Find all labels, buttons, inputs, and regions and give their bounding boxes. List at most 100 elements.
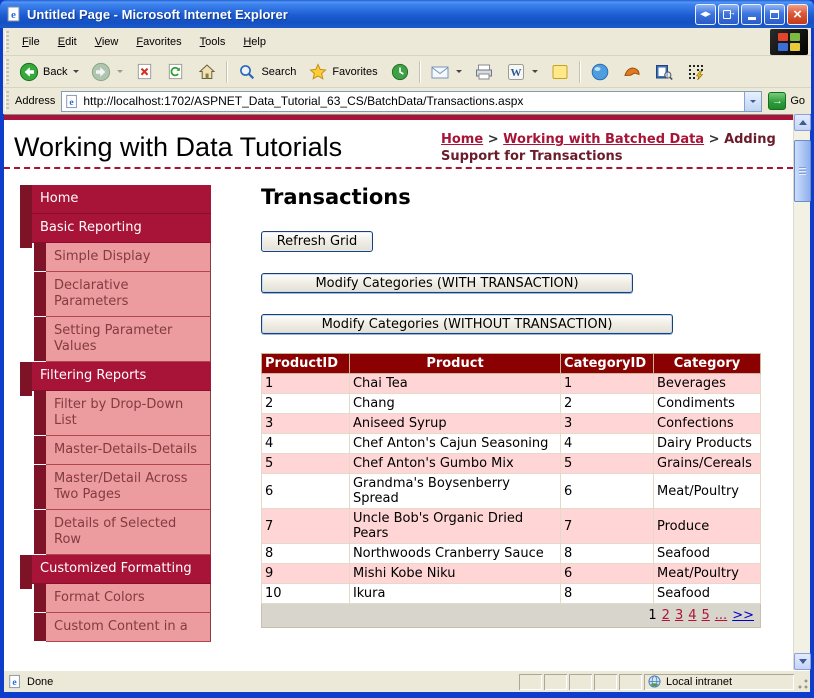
- toolbar-grip[interactable]: [5, 59, 9, 84]
- cell-product: Aniseed Syrup: [349, 414, 560, 434]
- window-extra-button-arrows[interactable]: ◀▶: [695, 4, 716, 25]
- scroll-down-button[interactable]: [794, 653, 811, 670]
- blue-sphere-icon: [590, 62, 610, 82]
- refresh-button[interactable]: [160, 59, 191, 84]
- research-button[interactable]: [648, 59, 680, 85]
- browser-window: e Untitled Page - Microsoft Internet Exp…: [0, 0, 814, 698]
- cell-productid: 1: [262, 374, 350, 394]
- pager-page-link[interactable]: 4: [688, 608, 696, 623]
- toolbar-grip[interactable]: [5, 91, 9, 112]
- pager: 12345...>>: [262, 604, 761, 628]
- sidebar-item[interactable]: Custom Content in a: [46, 613, 211, 642]
- toolbar-grip[interactable]: [5, 31, 9, 53]
- cell-product: Mishi Kobe Niku: [349, 564, 560, 584]
- messenger-button[interactable]: [584, 59, 616, 85]
- search-button[interactable]: Search: [231, 59, 302, 85]
- cell-productid: 7: [262, 509, 350, 544]
- cell-categoryid: 3: [561, 414, 654, 434]
- sidebar-item[interactable]: Declarative Parameters: [46, 272, 211, 317]
- sidebar-item-label: Customized Formatting: [40, 561, 192, 576]
- sidebar-item[interactable]: Home: [32, 185, 211, 214]
- pager-page-link[interactable]: 5: [702, 608, 710, 623]
- maximize-button[interactable]: [764, 4, 785, 25]
- sidebar-item[interactable]: Customized Formatting: [32, 555, 211, 584]
- stop-button[interactable]: [129, 59, 160, 84]
- grid-row: 7 Uncle Bob's Organic Dried Pears 7 Prod…: [262, 509, 761, 544]
- sidebar-item[interactable]: Master/Detail Across Two Pages: [46, 465, 211, 510]
- sidebar-item[interactable]: Basic Reporting: [32, 214, 211, 243]
- stop-icon: [135, 62, 154, 81]
- cell-productid: 10: [262, 584, 350, 604]
- sidebar-item[interactable]: Setting Parameter Values: [46, 317, 211, 362]
- sidebar-item-label: Custom Content in a: [54, 619, 188, 634]
- cell-categoryid: 8: [561, 544, 654, 564]
- cell-product: Northwoods Cranberry Sauce: [349, 544, 560, 564]
- status-text: Done: [27, 676, 53, 688]
- pager-page-link[interactable]: 3: [675, 608, 683, 623]
- menu-item[interactable]: File: [13, 32, 49, 52]
- pager-page-link[interactable]: 2: [662, 608, 670, 623]
- resize-grip[interactable]: [796, 678, 809, 691]
- cell-categoryid: 2: [561, 394, 654, 414]
- zone-text: Local intranet: [666, 676, 732, 688]
- sidebar-item[interactable]: Details of Selected Row: [46, 510, 211, 555]
- breadcrumb-section-link[interactable]: Working with Batched Data: [503, 132, 704, 147]
- notes-button[interactable]: [544, 59, 576, 85]
- grid-row: 9 Mishi Kobe Niku 6 Meat/Poultry: [262, 564, 761, 584]
- menu-item[interactable]: Favorites: [127, 32, 190, 52]
- qr-tool-button[interactable]: [680, 59, 712, 85]
- back-button[interactable]: Back: [13, 59, 85, 85]
- menu-item[interactable]: View: [86, 32, 128, 52]
- address-input[interactable]: e http://localhost:1702/ASPNET_Data_Tuto…: [61, 91, 762, 112]
- cell-productid: 3: [262, 414, 350, 434]
- history-button[interactable]: [384, 59, 416, 85]
- minimize-button[interactable]: [741, 4, 762, 25]
- address-dropdown-button[interactable]: [744, 92, 761, 111]
- pager-ellipsis-link[interactable]: ...: [715, 608, 727, 623]
- sidebar-item[interactable]: Filtering Reports: [32, 362, 211, 391]
- breadcrumb-home-link[interactable]: Home: [441, 132, 483, 147]
- modify-with-transaction-button[interactable]: Modify Categories (WITH TRANSACTION): [261, 273, 633, 293]
- pager-next-link[interactable]: >>: [732, 608, 754, 623]
- print-button[interactable]: [468, 59, 500, 85]
- note-icon: [550, 62, 570, 82]
- status-pane: [519, 674, 542, 690]
- sidebar-item[interactable]: Master-Details-Details: [46, 436, 211, 465]
- refresh-grid-button[interactable]: Refresh Grid: [261, 231, 373, 252]
- favorites-button[interactable]: Favorites: [302, 59, 383, 85]
- cell-categoryid: 6: [561, 474, 654, 509]
- close-button[interactable]: ×: [787, 4, 808, 25]
- vertical-scrollbar[interactable]: [793, 114, 810, 670]
- modify-without-transaction-button[interactable]: Modify Categories (WITHOUT TRANSACTION): [261, 314, 673, 334]
- home-button[interactable]: [191, 59, 223, 85]
- cell-product: Chai Tea: [349, 374, 560, 394]
- sidebar-item-label: Declarative Parameters: [54, 278, 128, 309]
- sidebar-item-label: Format Colors: [54, 590, 145, 605]
- menu-item[interactable]: Tools: [191, 32, 235, 52]
- scroll-thumb[interactable]: [794, 140, 811, 202]
- scroll-up-button[interactable]: [794, 114, 811, 131]
- grid-row: 5 Chef Anton's Gumbo Mix 5 Grains/Cereal…: [262, 454, 761, 474]
- go-button[interactable]: →: [768, 92, 786, 110]
- sidebar-item-label: Details of Selected Row: [54, 516, 176, 547]
- status-pane: [569, 674, 592, 690]
- cell-category: Condiments: [654, 394, 761, 414]
- cell-categoryid: 5: [561, 454, 654, 474]
- grid-header-row: ProductID Product CategoryID Category: [262, 354, 761, 374]
- snagit-button[interactable]: [616, 59, 648, 85]
- sidebar-item[interactable]: Filter by Drop-Down List: [46, 391, 211, 436]
- window-extra-button-send[interactable]: →: [718, 4, 739, 25]
- edit-with-word-button[interactable]: W: [500, 59, 544, 85]
- svg-text:e: e: [12, 677, 17, 688]
- menu-item[interactable]: Help: [234, 32, 275, 52]
- cell-categoryid: 4: [561, 434, 654, 454]
- menu-item[interactable]: Edit: [49, 32, 86, 52]
- sidebar-item[interactable]: Format Colors: [46, 584, 211, 613]
- cell-category: Grains/Cereals: [654, 454, 761, 474]
- windows-logo-throbber: [770, 29, 808, 55]
- sidebar-item[interactable]: Simple Display: [46, 243, 211, 272]
- forward-button[interactable]: [85, 59, 129, 85]
- address-bar: Address e http://localhost:1702/ASPNET_D…: [3, 88, 811, 114]
- breadcrumb-separator: >: [709, 132, 720, 147]
- mail-button[interactable]: [424, 59, 468, 85]
